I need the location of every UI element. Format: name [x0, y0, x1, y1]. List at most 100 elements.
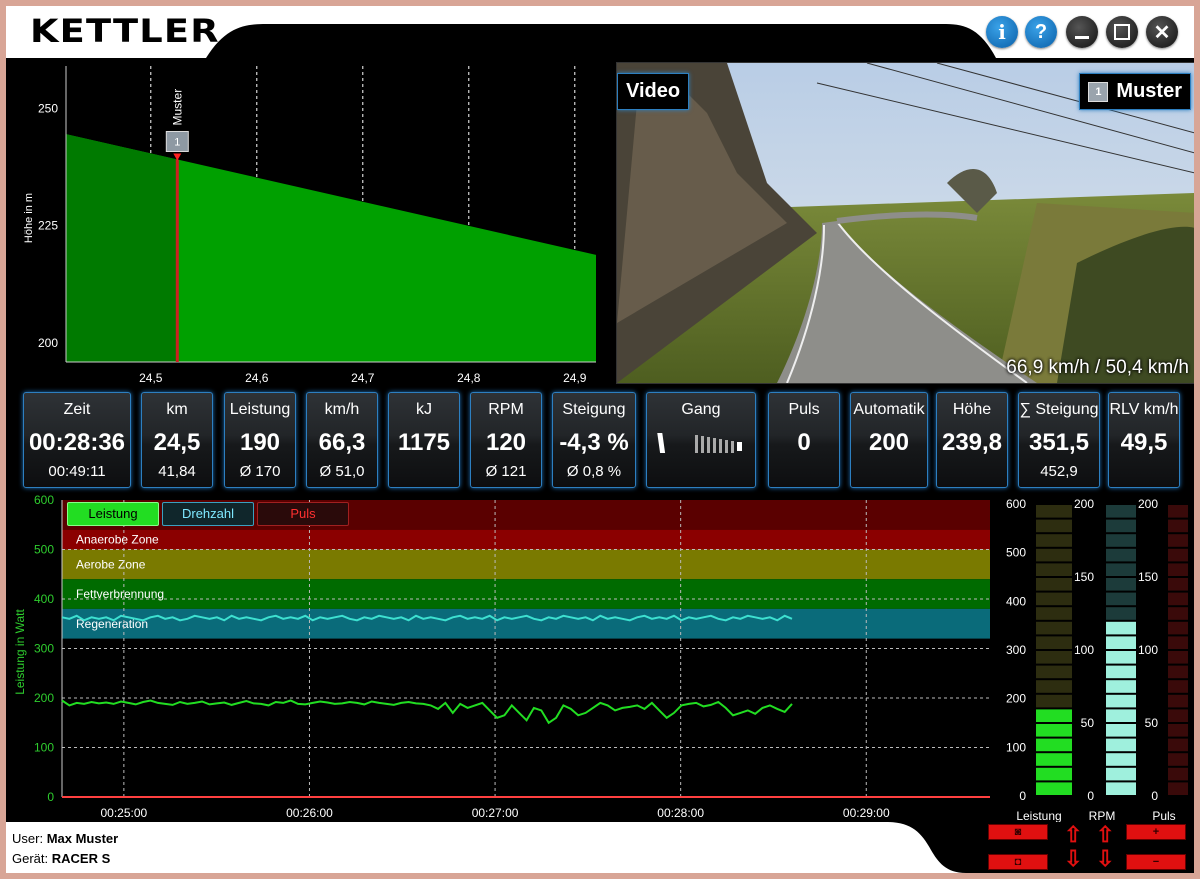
level-up-arrow-icon[interactable]: ⇧: [1096, 824, 1114, 846]
close-button[interactable]: ✕: [1146, 16, 1178, 48]
meter-segment: [1168, 767, 1188, 781]
legend-puls-button[interactable]: Puls: [257, 502, 349, 526]
plus-button[interactable]: +: [1126, 824, 1186, 840]
meter-segment: [1168, 665, 1188, 679]
profile-x-tick: 24,5: [139, 371, 163, 385]
meter-segment: [1036, 548, 1072, 562]
stat-km: km 24,5 41,84: [141, 392, 213, 488]
chart-x-tick: 00:27:00: [472, 806, 519, 820]
stat-value: 200: [868, 429, 910, 456]
rider-tag-name: Muster: [1116, 80, 1182, 102]
meter-segment: [1106, 680, 1136, 693]
meter-segment: [1036, 636, 1072, 649]
meter-tick: 400: [1006, 594, 1026, 608]
meter-segment: [1036, 563, 1072, 576]
minus-button[interactable]: −: [1126, 854, 1186, 870]
chart-y-tick: 200: [34, 691, 54, 705]
device-info: Gerät: RACER S: [12, 851, 110, 866]
help-button[interactable]: ?: [1025, 16, 1057, 48]
stat-sub: 41,84: [158, 463, 196, 480]
stat-value: -4,3 %: [559, 429, 629, 456]
gear-down-arrow-icon[interactable]: ⇩: [1064, 848, 1082, 870]
meter-segment: [1036, 724, 1072, 737]
meter-segment: [1036, 665, 1072, 679]
meter-tick: 50: [1145, 716, 1159, 730]
meter-tick: 50: [1081, 716, 1095, 730]
legend-leistung-button[interactable]: Leistung: [67, 502, 159, 526]
video-label: Video: [617, 73, 690, 110]
meter-segment: [1168, 607, 1188, 620]
minimize-button[interactable]: [1066, 16, 1098, 48]
stat-value: 00:28:36: [28, 429, 126, 456]
chart-y-tick: 400: [34, 592, 54, 606]
profile-x-tick: 24,8: [457, 371, 481, 385]
meter-segment: [1168, 548, 1188, 562]
meter-label-puls: Puls: [1152, 809, 1175, 822]
meter-segment: [1106, 651, 1136, 664]
zone-band: [62, 529, 990, 550]
meter-segment: [1106, 505, 1136, 518]
stat-value: 49,5: [1120, 429, 1168, 456]
meter-segment: [1168, 694, 1188, 708]
chart-y-tick: 600: [34, 493, 54, 507]
stat-leistung: Leistung 190 Ø 170: [224, 392, 296, 488]
stat-label: ∑ Steigung: [1019, 401, 1099, 418]
meter-segment: [1036, 592, 1072, 606]
app-window: KETTLER i ? ✕ Höhe in m 250 225 200 24,5…: [6, 6, 1194, 873]
stat-value: 0: [797, 429, 811, 456]
stat-sub: 452,9: [1040, 463, 1078, 480]
chart-x-tick: 00:29:00: [843, 806, 890, 820]
meter-tick: 300: [1006, 643, 1026, 657]
meter-segment: [1106, 782, 1136, 795]
power-series-line: [61, 699, 793, 725]
meter-segment: [1168, 621, 1188, 635]
meter-segment: [1168, 636, 1188, 649]
gear-indicator: [657, 433, 742, 453]
meter-segment: [1106, 694, 1136, 708]
bar-meters: 6005004003002001000200150100500200150100…: [1006, 497, 1188, 822]
meter-segment: [1168, 519, 1188, 533]
stat-label: kJ: [416, 401, 432, 418]
meter-tick: 0: [1019, 789, 1026, 803]
brake-down-button[interactable]: ◘: [988, 854, 1048, 870]
legend-drehzahl-button[interactable]: Drehzahl: [162, 502, 254, 526]
leistung-meter: [1036, 505, 1072, 795]
stat-gang: Gang: [646, 392, 756, 488]
training-chart: Anaerobe ZoneAerobe ZoneFettverbrennungR…: [13, 493, 990, 820]
stat-label: Leistung: [229, 401, 291, 418]
brake-up-button[interactable]: ◙: [988, 824, 1048, 840]
rpm-meter: [1106, 505, 1136, 795]
maximize-icon: [1114, 24, 1130, 40]
chart-y-tick: 100: [34, 741, 54, 755]
minimize-icon: [1075, 35, 1089, 39]
video-frame: [617, 63, 1194, 383]
meter-segment: [1036, 738, 1072, 752]
info-button[interactable]: i: [986, 16, 1018, 48]
meter-segment: [1168, 782, 1188, 795]
meter-segment: [1168, 680, 1188, 693]
stat-value: 24,5: [153, 429, 201, 456]
meter-segment: [1036, 782, 1072, 795]
user-label: User:: [12, 831, 44, 846]
chart-ylabel: Leistung in Watt: [13, 609, 27, 695]
stat-value: 190: [239, 429, 281, 456]
meter-tick: 500: [1006, 546, 1026, 560]
stat-label: Zeit: [63, 401, 91, 418]
maximize-button[interactable]: [1106, 16, 1138, 48]
elevation-covered-area: [66, 134, 178, 362]
meter-tick: 200: [1138, 497, 1158, 511]
meter-segment: [1106, 709, 1136, 722]
gear-up-arrow-icon[interactable]: ⇧: [1064, 824, 1082, 846]
meter-tick: 200: [1074, 497, 1094, 511]
kettler-logo: KETTLER: [30, 12, 220, 50]
meter-label-rpm: RPM: [1089, 809, 1116, 822]
stat-label: RLV km/h: [1109, 401, 1179, 418]
chart-y-tick: 500: [34, 543, 54, 557]
level-down-arrow-icon[interactable]: ⇩: [1096, 848, 1114, 870]
meter-tick: 600: [1006, 497, 1026, 511]
meter-tick: 0: [1087, 789, 1094, 803]
stat-automatik: Automatik 200: [850, 392, 928, 488]
stat-sub: Ø 0,8 %: [566, 463, 622, 480]
chart-x-tick: 00:25:00: [101, 806, 148, 820]
meter-segment: [1168, 724, 1188, 737]
